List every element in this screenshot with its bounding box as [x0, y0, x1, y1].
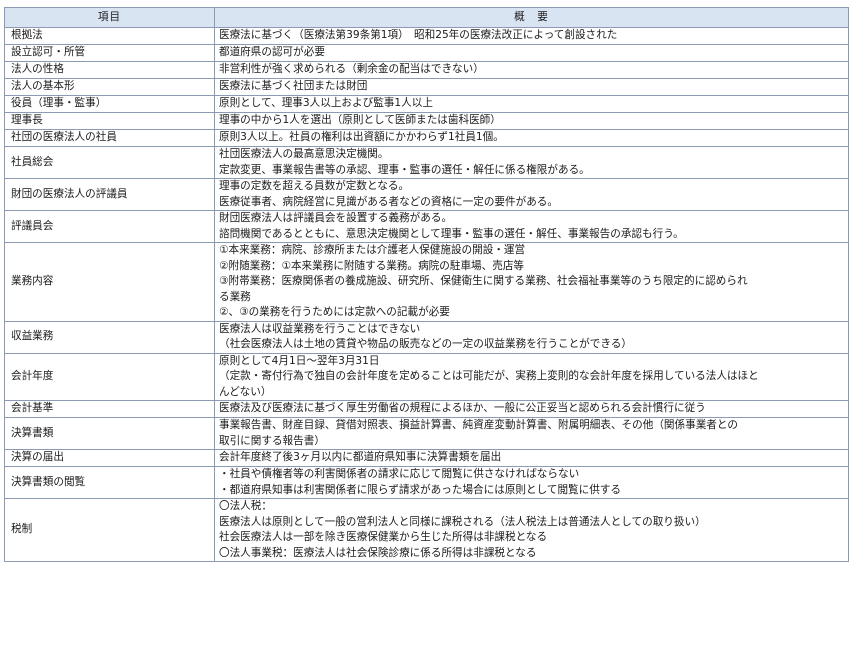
row-item-label: 社員総会 [4, 146, 215, 179]
row-description: 都道府県の認可が必要 [214, 44, 849, 62]
description-line: ・都道府県知事は利害関係者に限らず請求があった場合には原則として閲覧に供する [219, 483, 622, 496]
table-row: 理事長 理事の中から1人を選出（原則として医師または歯科医師） [4, 112, 849, 130]
description-line: 原則として、理事3人以上および監事1人以上 [219, 97, 433, 110]
description-line: （定款・寄付行為で独自の会計年度を定めることは可能だが、実務上変則的な会計年度を… [219, 370, 759, 382]
row-item-label: 法人の基本形 [4, 78, 215, 96]
row-item-label: 財団の医療法人の評議員 [4, 178, 215, 211]
row-item-label: 理事長 [4, 112, 215, 130]
row-item-label: 決算の届出 [4, 449, 215, 467]
table-row: 社団の医療法人の社員 原則3人以上。社員の権利は出資額にかかわらず1社員1個。 [4, 129, 849, 147]
row-item-label: 決算書類 [4, 417, 215, 450]
header-row: 項目 概 要 [4, 7, 849, 28]
row-description: 理事の定数を超える員数が定数となる。医療従事者、病院経営に見識がある者などの資格… [214, 178, 849, 211]
row-item-label: 設立認可・所管 [4, 44, 215, 62]
description-line: 医療従事者、病院経営に見識がある者などの資格に一定の要件がある。 [219, 195, 558, 208]
description-line: 医療法に基づく（医療法第39条第1項） 昭和25年の医療法改正によって創設された [219, 29, 618, 42]
row-description: 原則として4月1日～翌年3月31日 （定款・寄付行為で独自の会計年度を定めることは… [214, 352, 849, 401]
description-line: 理事の定数を超える員数が定数となる。 [219, 180, 410, 192]
description-line: 財団医療法人は評議員会を設置する義務がある。 [219, 212, 453, 224]
description-line: 原則として4月1日～翌年3月31日 [219, 354, 380, 367]
table-row: 設立認可・所管 都道府県の認可が必要 [4, 44, 849, 62]
row-item-label: 業務内容 [4, 242, 215, 322]
description-line: 〇法人事業税：医療法人は社会保険診療に係る所得は非課税となる [219, 546, 537, 559]
description-line: 医療法に基づく社団または財団 [219, 80, 368, 93]
row-description: 原則として、理事3人以上および監事1人以上 [214, 95, 849, 113]
table-row: 評議員会 財団医療法人は評議員会を設置する義務がある。諮問機関であるとともに、意思… [4, 210, 849, 243]
table-row: 法人の性格 非営利性が強く求められる（剰余金の配当はできない） [4, 61, 849, 79]
header-summary: 概 要 [214, 7, 849, 28]
row-description: 会計年度終了後3ヶ月以内に都道府県知事に決算書類を届出 [214, 449, 849, 467]
description-line: 取引に関する報告書） [219, 434, 325, 447]
row-item-label: 評議員会 [4, 210, 215, 243]
description-line: 非営利性が強く求められる（剰余金の配当はできない） [219, 63, 484, 76]
description-line: ②附随業務：①本来業務に附随する業務。病院の駐車場、売店等 [219, 259, 525, 272]
description-line: 諮問機関であるとともに、意思決定機関として理事・監事の選任・解任、事業報告の承認… [219, 227, 684, 240]
table-row: 会計年度 原則として4月1日～翌年3月31日 （定款・寄付行為で独自の会計年度を定め… [4, 352, 849, 401]
row-description: 原則3人以上。社員の権利は出資額にかかわらず1社員1個。 [214, 129, 849, 147]
row-description: 事業報告書、財産目録、貸借対照表、損益計算書、純資産変動計算書、附属明細表、その… [214, 417, 849, 450]
row-item-label: 会計年度 [4, 352, 215, 401]
description-line: ③附帯業務：医療関係者の養成施設、研究所、保健衛生に関する業務、社会福祉事業等の… [219, 275, 748, 287]
description-line: 定款変更、事業報告書等の承認、理事・監事の選任・解任に係る権限がある。 [219, 163, 590, 176]
table-row: 税制 〇法人税： 医療法人は原則として一般の営利法人と同様に課税される（法人税法上は… [4, 498, 849, 562]
row-description: ①本来業務：病院、診療所または介護老人保健施設の開設・運営 ②附随業務：①本来業務… [214, 242, 849, 322]
header-item: 項目 [4, 7, 215, 28]
description-line: ①本来業務：病院、診療所または介護老人保健施設の開設・運営 [219, 244, 526, 256]
table-row: 会計基準 医療法及び医療法に基づく厚生労働省の規程によるほか、一般に公正妥当と認め… [4, 400, 849, 418]
row-item-label: 会計基準 [4, 400, 215, 418]
description-line: 社団医療法人の最高意思決定機関。 [219, 148, 389, 160]
row-description: 理事の中から1人を選出（原則として医師または歯科医師） [214, 112, 849, 130]
row-item-label: 税制 [4, 498, 215, 562]
table-row: 収益業務 医療法人は収益業務を行うことはできない （社会医療法人は土地の賃貸や物品の… [4, 320, 849, 354]
row-description: 〇法人税： 医療法人は原則として一般の営利法人と同様に課税される（法人税法上は普通… [214, 498, 849, 562]
row-description: 社団医療法人の最高意思決定機関。定款変更、事業報告書等の承認、理事・監事の選任・… [214, 146, 849, 179]
table-row: 決算の届出 会計年度終了後3ヶ月以内に都道府県知事に決算書類を届出 [4, 449, 849, 467]
row-item-label: 収益業務 [4, 320, 215, 354]
description-line: 都道府県の認可が必要 [219, 46, 325, 59]
row-description: 医療法及び医療法に基づく厚生労働省の規程によるほか、一般に公正妥当と認められる会… [214, 400, 849, 418]
description-line: 原則3人以上。社員の権利は出資額にかかわらず1社員1個。 [219, 131, 504, 144]
description-line: ・社員や債権者等の利害関係者の請求に応じて閲覧に供さなければならない [219, 468, 580, 480]
table-row: 法人の基本形 医療法に基づく社団または財団 [4, 78, 849, 96]
table-body: 根拠法 医療法に基づく（医療法第39条第1項） 昭和25年の医療法改正によって創設… [4, 27, 849, 562]
row-description: 医療法に基づく（医療法第39条第1項） 昭和25年の医療法改正によって創設された [214, 27, 849, 45]
row-item-label: 法人の性格 [4, 61, 215, 79]
row-item-label: 社団の医療法人の社員 [4, 129, 215, 147]
table-wrapper: 項目 概 要 根拠法 医療法に基づく（医療法第39条第1項） 昭和25年の医療法改… [4, 7, 849, 562]
description-line: 医療法及び医療法に基づく厚生労働省の規程によるほか、一般に公正妥当と認められる会… [219, 402, 706, 415]
table-row: 業務内容 ①本来業務：病院、診療所または介護老人保健施設の開設・運営 ②附随業務：①… [4, 242, 849, 322]
description-line: （社会医療法人は土地の賃貸や物品の販売などの一定の収益業務を行うことができる） [219, 338, 632, 350]
row-description: 医療法に基づく社団または財団 [214, 78, 849, 96]
row-description: 非営利性が強く求められる（剰余金の配当はできない） [214, 61, 849, 79]
description-line: る業務 [219, 290, 251, 303]
row-description: 医療法人は収益業務を行うことはできない （社会医療法人は土地の賃貸や物品の販売など… [214, 320, 849, 354]
description-line: ②、③の業務を行うためには定款への記載が必要 [219, 306, 450, 318]
description-line: 社会医療法人は一部を除き医療保健業から生じた所得は非課税となる [219, 531, 548, 543]
table-row: 社員総会 社団医療法人の最高意思決定機関。定款変更、事業報告書等の承認、理事・監事… [4, 146, 849, 179]
row-description: ・社員や債権者等の利害関係者の請求に応じて閲覧に供さなければならない・都道府県知… [214, 466, 849, 499]
row-item-label: 役員（理事・監事） [4, 95, 215, 113]
row-description: 財団医療法人は評議員会を設置する義務がある。諮問機関であるとともに、意思決定機関… [214, 210, 849, 243]
description-line: 医療法人は原則として一般の営利法人と同様に課税される（法人税法上は普通法人として… [219, 515, 706, 528]
table-row: 財団の医療法人の評議員 理事の定数を超える員数が定数となる。医療従事者、病院経営に… [4, 178, 849, 211]
table-row: 決算書類 事業報告書、財産目録、貸借対照表、損益計算書、純資産変動計算書、附属明細… [4, 417, 849, 450]
description-line: 〇法人税： [219, 500, 272, 512]
medical-corporation-table: 項目 概 要 根拠法 医療法に基づく（医療法第39条第1項） 昭和25年の医療法改… [4, 7, 849, 562]
description-line: 医療法人は収益業務を行うことはできない [219, 322, 421, 335]
table-row: 役員（理事・監事） 原則として、理事3人以上および監事1人以上 [4, 95, 849, 113]
description-line: 事業報告書、財産目録、貸借対照表、損益計算書、純資産変動計算書、附属明細表、その… [219, 419, 738, 431]
table-row: 根拠法 医療法に基づく（医療法第39条第1項） 昭和25年の医療法改正によって創設… [4, 27, 849, 45]
table-row: 決算書類の閲覧 ・社員や債権者等の利害関係者の請求に応じて閲覧に供さなければならな… [4, 466, 849, 499]
description-line: んどない） [219, 385, 272, 398]
row-item-label: 根拠法 [4, 27, 215, 45]
description-line: 理事の中から1人を選出（原則として医師または歯科医師） [219, 114, 501, 127]
row-item-label: 決算書類の閲覧 [4, 466, 215, 499]
description-line: 会計年度終了後3ヶ月以内に都道府県知事に決算書類を届出 [219, 451, 502, 464]
